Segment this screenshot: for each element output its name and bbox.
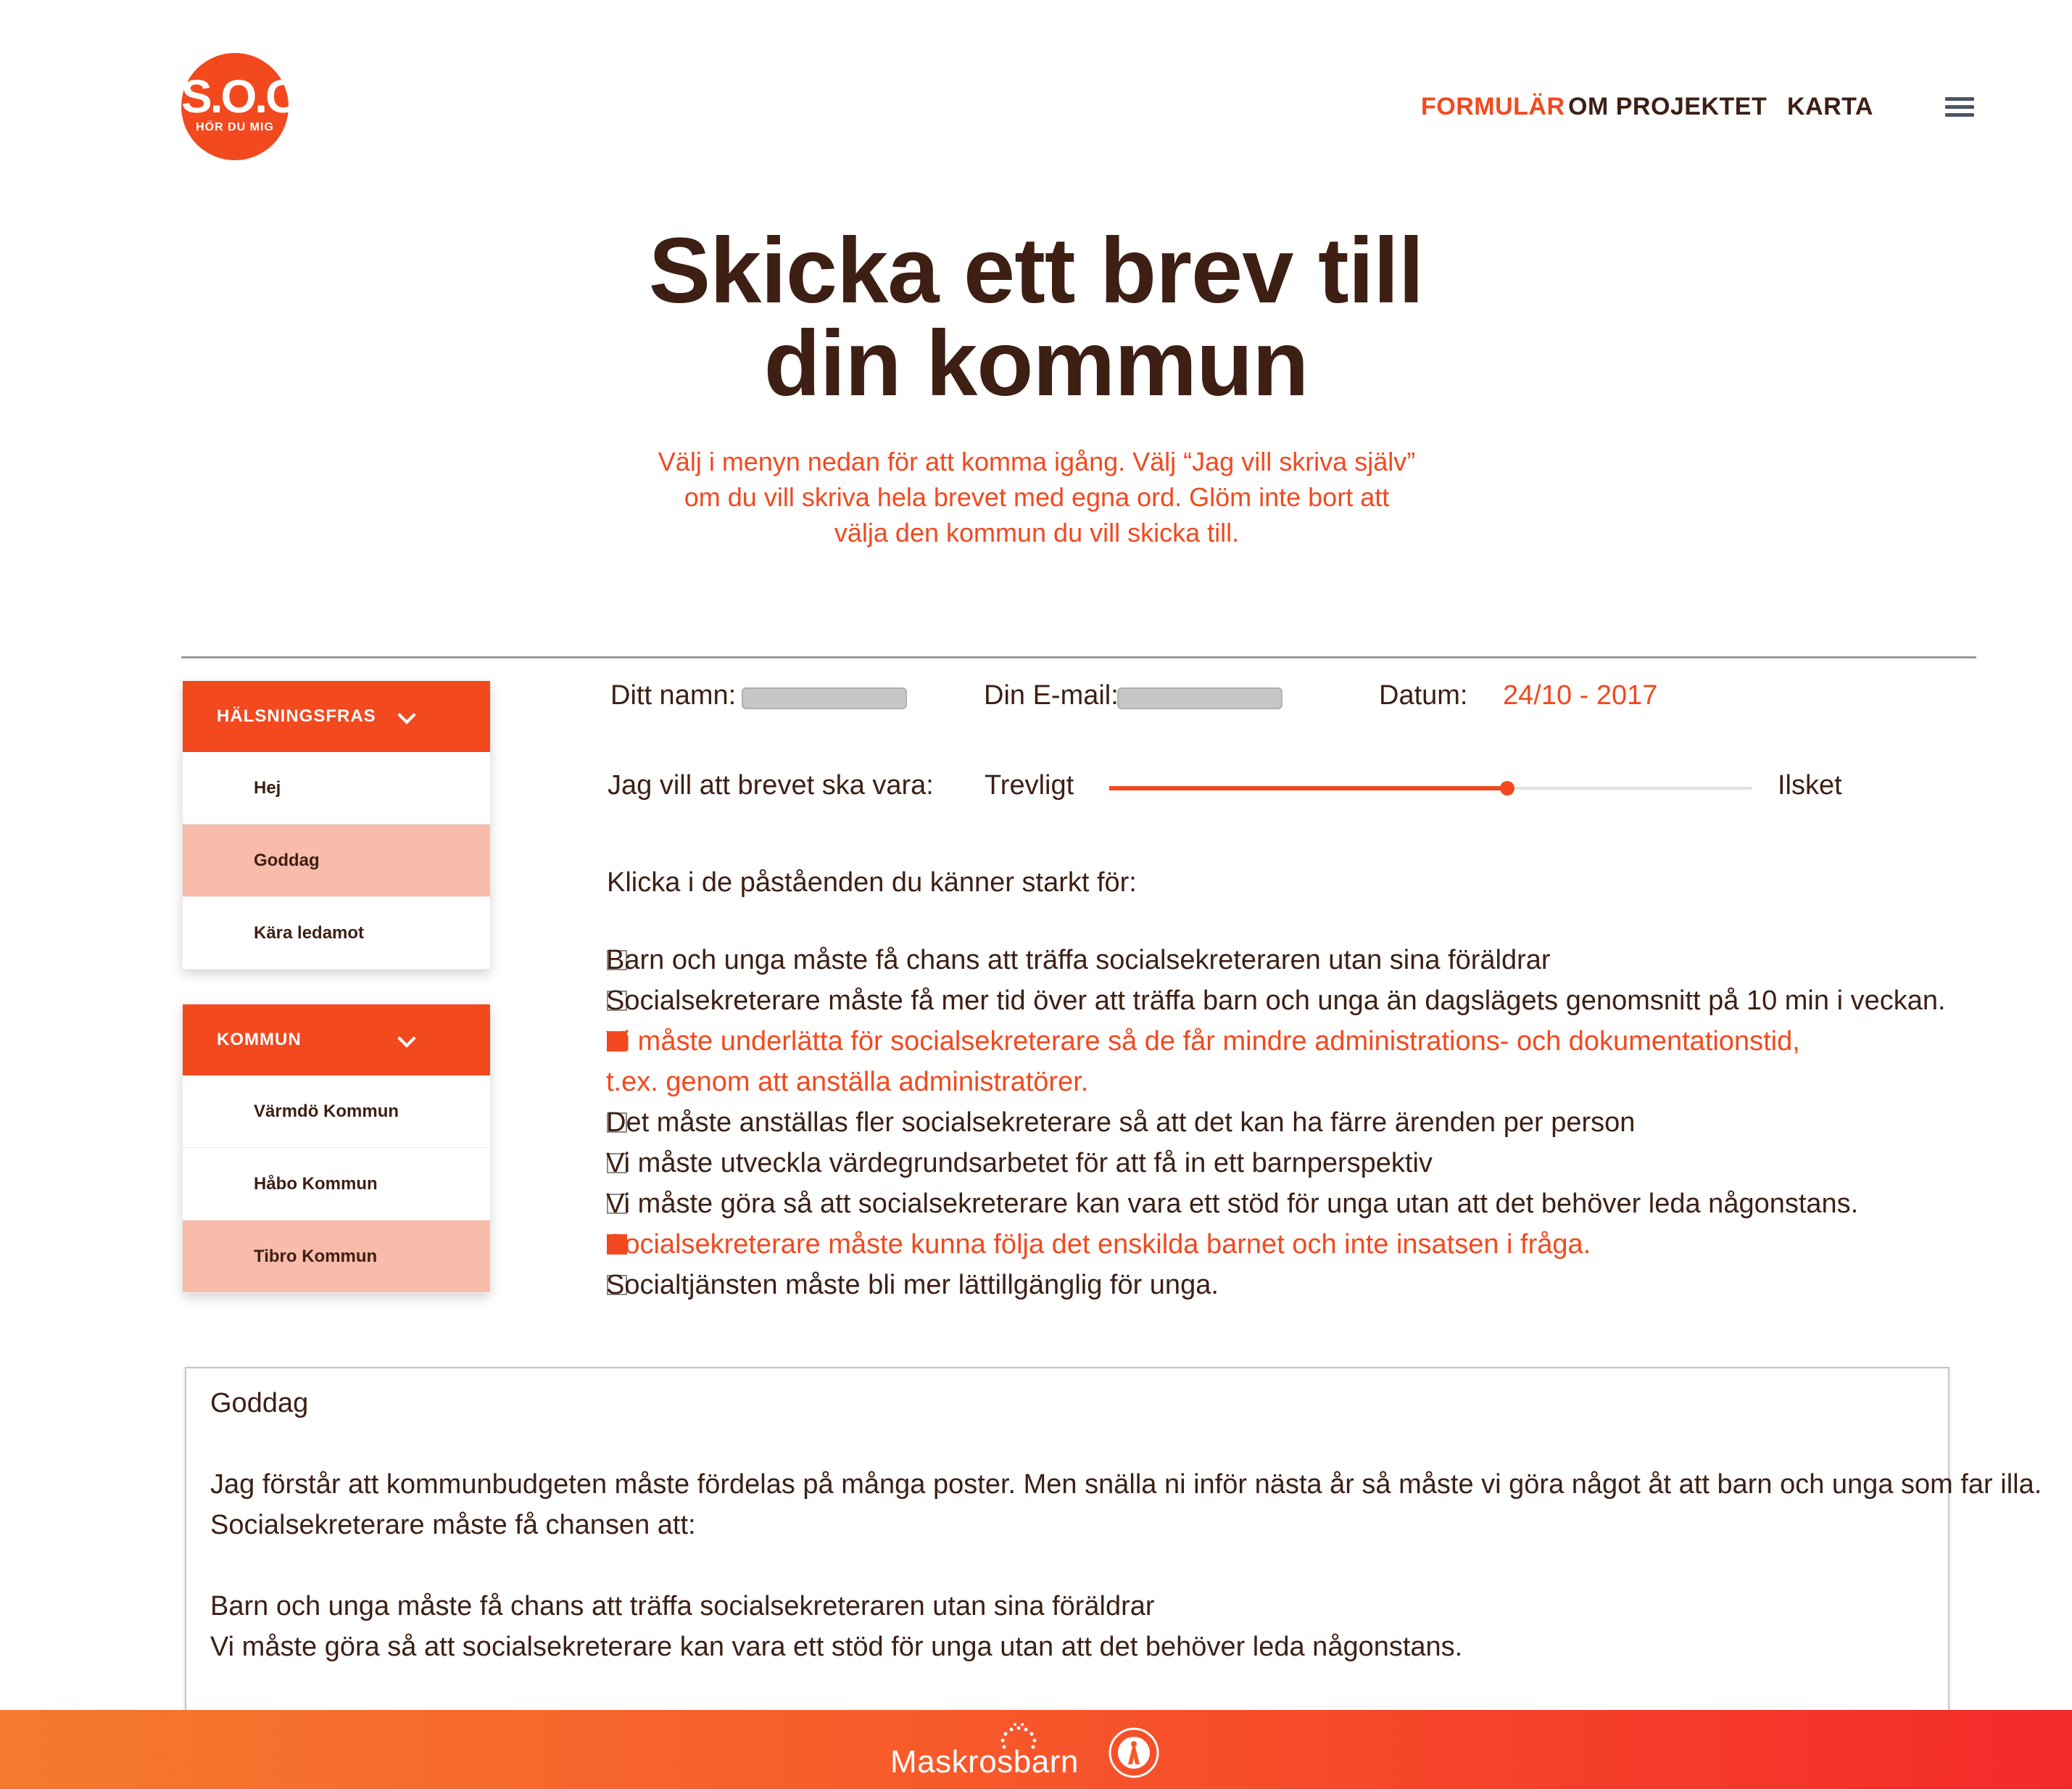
letter-paragraph-line-2: Socialsekreterare måste få chansen att: bbox=[210, 1510, 696, 1540]
nav-om-projektet[interactable]: OM PROJEKTET bbox=[1568, 93, 1767, 121]
greeting-option-hej[interactable]: Hej bbox=[183, 752, 490, 825]
greeting-menu-header[interactable]: HÄLSNINGSFRAS bbox=[183, 681, 490, 752]
tone-slider-thumb[interactable] bbox=[1500, 781, 1515, 796]
seal-icon bbox=[1108, 1727, 1159, 1778]
nav-formular[interactable]: FORMULÄR bbox=[1421, 93, 1565, 121]
greeting-menu-title: HÄLSNINGSFRAS bbox=[217, 706, 376, 726]
greeting-menu: HÄLSNINGSFRAS Hej Goddag Kära ledamot bbox=[183, 681, 490, 970]
title-line-1: Skicka ett brev till bbox=[648, 219, 1425, 323]
statement-6[interactable]: Vi måste göra så att socialsekreterare k… bbox=[606, 1183, 1858, 1224]
kommun-option-habo[interactable]: Håbo Kommun bbox=[183, 1148, 490, 1220]
dandelion-icon bbox=[1000, 1723, 1037, 1749]
chevron-down-icon bbox=[397, 706, 416, 724]
kommun-menu: KOMMUN Värmdö Kommun Håbo Kommun Tibro K… bbox=[183, 1004, 490, 1293]
kommun-menu-title: KOMMUN bbox=[217, 1030, 302, 1049]
soc-logo[interactable]: S.O.C. HÖR DU MIG bbox=[181, 53, 310, 160]
name-label: Ditt namn: bbox=[610, 680, 737, 711]
statement-4[interactable]: Det måste anställas fler socialsekretera… bbox=[606, 1102, 1635, 1143]
greeting-option-goddag[interactable]: Goddag bbox=[183, 825, 490, 897]
statement-8[interactable]: Socialtjänsten måste bli mer lättillgäng… bbox=[606, 1265, 1219, 1305]
greeting-option-kara-ledamot[interactable]: Kära ledamot bbox=[183, 897, 490, 970]
kommun-option-tibro[interactable]: Tibro Kommun bbox=[183, 1220, 490, 1293]
page-subtitle: Välj i menyn nedan för att komma igång. … bbox=[631, 444, 1443, 550]
tone-min-label: Trevligt bbox=[985, 770, 1074, 801]
subtitle-line-1: Välj i menyn nedan för att komma igång. … bbox=[658, 447, 1416, 476]
hamburger-menu-icon[interactable] bbox=[1945, 97, 1974, 117]
section-divider bbox=[181, 656, 1976, 658]
subtitle-line-3: välja den kommun du vill skicka till. bbox=[834, 518, 1240, 548]
kommun-menu-header[interactable]: KOMMUN bbox=[183, 1004, 490, 1075]
tone-label: Jag vill att brevet ska vara: bbox=[608, 770, 934, 801]
statement-1[interactable]: Barn och unga måste få chans att träffa … bbox=[606, 940, 1551, 980]
subtitle-line-2: om du vill skriva hela brevet med egna o… bbox=[684, 482, 1390, 512]
email-label: Din E-mail: bbox=[984, 680, 1119, 711]
statement-7[interactable]: Socialsekreterare måste kunna följa det … bbox=[606, 1224, 1591, 1265]
statements-label: Klicka i de påståenden du känner starkt … bbox=[607, 867, 1137, 898]
letter-paragraph-line-1: Jag förstår att kommunbudgeten måste för… bbox=[210, 1469, 2042, 1500]
tone-slider-fill bbox=[1109, 786, 1508, 790]
page-title: Skicka ett brev till din kommun bbox=[0, 225, 2072, 410]
tone-max-label: Ilsket bbox=[1778, 770, 1842, 801]
kommun-option-varmdo[interactable]: Värmdö Kommun bbox=[183, 1075, 490, 1148]
letter-point-2: Vi måste göra så att socialsekreterare k… bbox=[210, 1632, 1463, 1662]
date-value: 24/10 - 2017 bbox=[1503, 680, 1658, 711]
title-line-2: din kommun bbox=[763, 312, 1309, 416]
email-field[interactable] bbox=[1117, 687, 1282, 709]
statement-3-cont[interactable]: t.ex. genom att anställa administratörer… bbox=[606, 1062, 1088, 1102]
letter-greeting: Goddag bbox=[210, 1388, 309, 1418]
chevron-down-icon bbox=[397, 1029, 416, 1048]
name-field[interactable] bbox=[742, 687, 907, 709]
statement-3[interactable]: Vi måste underlätta för socialsekreterar… bbox=[606, 1021, 1800, 1062]
logo-text: S.O.C. bbox=[181, 70, 310, 123]
logo-subtext: HÖR DU MIG bbox=[196, 121, 274, 133]
statement-2[interactable]: Socialsekreterare måste få mer tid över … bbox=[606, 980, 1946, 1021]
date-label: Datum: bbox=[1379, 680, 1468, 711]
statement-5[interactable]: Vi måste utveckla värdegrundsarbetet för… bbox=[606, 1143, 1433, 1183]
letter-point-1: Barn och unga måste få chans att träffa … bbox=[210, 1591, 1155, 1621]
nav-karta[interactable]: KARTA bbox=[1787, 93, 1873, 121]
maskrosbarn-logo[interactable]: Maskrosbarn bbox=[890, 1744, 1079, 1780]
